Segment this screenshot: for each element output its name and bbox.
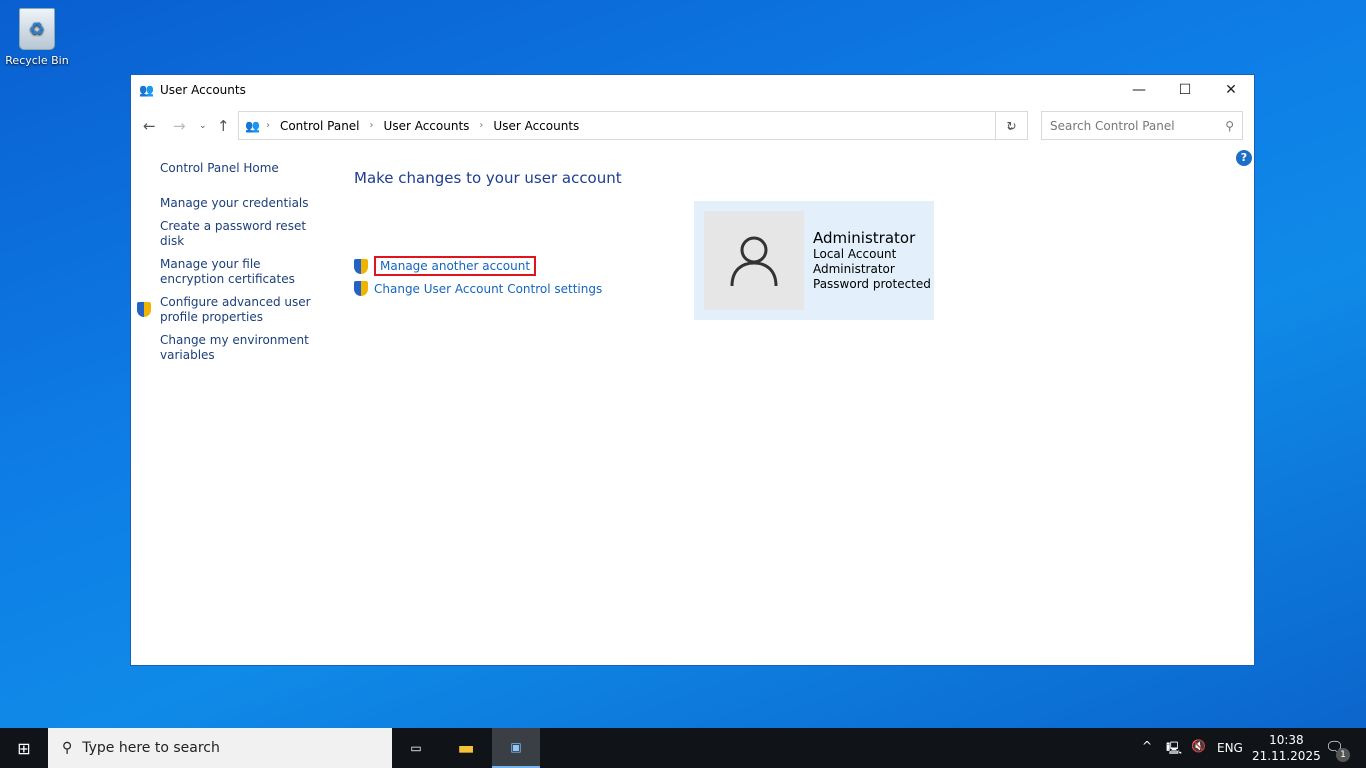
search-icon: ⚲ xyxy=(1225,118,1234,133)
task-manage-another-account[interactable]: Manage another account xyxy=(354,256,537,276)
recycle-bin-icon: ♻ xyxy=(19,8,55,50)
file-explorer-button[interactable]: ▬ xyxy=(442,728,490,768)
network-icon[interactable]: 🖳 xyxy=(1166,739,1182,760)
clock[interactable]: 10:38 21.11.2025 xyxy=(1252,732,1321,764)
folder-icon: ▬ xyxy=(457,737,475,759)
minimize-button[interactable]: — xyxy=(1116,75,1162,105)
search-icon: ⚲ xyxy=(62,740,73,756)
navigation-bar: ← → ⌄ ↑ 👥 › Control Panel › User Account… xyxy=(131,111,1254,141)
chevron-right-icon: › xyxy=(369,120,374,131)
account-status: Password protected xyxy=(813,277,931,291)
windows-logo-icon: ⊞ xyxy=(17,738,31,758)
breadcrumb-control-panel[interactable]: Control Panel xyxy=(280,119,360,133)
title-bar: 👥 User Accounts xyxy=(131,75,1254,105)
search-placeholder: Search Control Panel xyxy=(1050,118,1175,133)
address-bar[interactable]: 👥 › Control Panel › User Accounts › User… xyxy=(238,111,1028,140)
sidebar-item-advanced-profile[interactable]: Configure advanced user profile properti… xyxy=(160,295,320,325)
maximize-button[interactable]: ☐ xyxy=(1162,75,1208,105)
task-uac-settings[interactable]: Change User Account Control settings xyxy=(354,281,602,296)
recent-chevron-down-icon[interactable]: ⌄ xyxy=(199,121,207,131)
account-role: Administrator xyxy=(813,262,895,276)
notification-count-badge: 1 xyxy=(1336,748,1350,762)
up-arrow-icon[interactable]: ↑ xyxy=(217,117,230,135)
user-accounts-icon: 👥 xyxy=(139,83,154,97)
user-accounts-window: 👥 User Accounts — ☐ ✕ ← → ⌄ ↑ 👥 › Contro… xyxy=(130,74,1255,666)
taskbar-search-placeholder: Type here to search xyxy=(82,740,220,756)
account-name: Administrator xyxy=(813,229,916,247)
uac-shield-icon xyxy=(137,302,151,317)
task-view-button[interactable]: ▭ xyxy=(392,728,440,768)
forward-arrow-icon[interactable]: → xyxy=(173,117,186,135)
sidebar-item-manage-credentials[interactable]: Manage your credentials xyxy=(160,196,320,211)
taskbar-search[interactable]: ⚲ Type here to search xyxy=(48,728,392,768)
show-hidden-icons-chevron-icon[interactable]: ^ xyxy=(1142,739,1152,753)
search-input[interactable]: Search Control Panel ⚲ xyxy=(1041,111,1243,140)
control-panel-taskbar-button[interactable]: ▣ xyxy=(492,728,540,768)
account-type: Local Account xyxy=(813,247,897,261)
breadcrumb-user-accounts[interactable]: User Accounts xyxy=(384,119,470,133)
breadcrumb-user-accounts-current[interactable]: User Accounts xyxy=(493,119,579,133)
chevron-right-icon: › xyxy=(265,120,270,131)
help-icon[interactable]: ? xyxy=(1236,150,1252,166)
sidebar-item-file-encryption[interactable]: Manage your file encryption certificates xyxy=(160,257,320,287)
account-card: Administrator Local Account Administrato… xyxy=(694,201,934,320)
volume-muted-icon[interactable]: 🔇 xyxy=(1191,739,1206,753)
taskbar: ⊞ ⚲ Type here to search ▭ ▬ ▣ ^ 🖳 🔇 ENG … xyxy=(0,728,1366,768)
sidebar-item-environment-variables[interactable]: Change my environment variables xyxy=(160,333,320,363)
clock-time: 10:38 xyxy=(1269,733,1304,747)
task-view-icon: ▭ xyxy=(410,741,422,755)
uac-shield-icon xyxy=(354,281,368,296)
sidebar-item-control-panel-home[interactable]: Control Panel Home xyxy=(160,161,320,176)
uac-shield-icon xyxy=(354,258,368,274)
sidebar: Control Panel Home Manage your credentia… xyxy=(137,161,320,371)
clock-date: 21.11.2025 xyxy=(1252,749,1321,763)
manage-another-account-link[interactable]: Manage another account xyxy=(374,256,537,276)
uac-settings-link[interactable]: Change User Account Control settings xyxy=(374,282,602,296)
window-title: User Accounts xyxy=(159,83,246,97)
page-title: Make changes to your user account xyxy=(354,169,622,187)
back-arrow-icon[interactable]: ← xyxy=(143,117,156,135)
control-panel-icon: ▣ xyxy=(510,740,522,754)
language-indicator[interactable]: ENG xyxy=(1217,741,1243,755)
chevron-right-icon: › xyxy=(479,120,484,131)
control-panel-icon: 👥 xyxy=(245,118,260,133)
start-button[interactable]: ⊞ xyxy=(0,728,48,768)
sidebar-item-password-reset-disk[interactable]: Create a password reset disk xyxy=(160,219,320,249)
recycle-bin[interactable]: ♻ Recycle Bin xyxy=(4,6,70,67)
refresh-button[interactable]: ↻ xyxy=(995,111,1028,140)
close-button[interactable]: ✕ xyxy=(1208,75,1254,105)
user-avatar-icon xyxy=(704,211,804,310)
refresh-icon: ↻ xyxy=(1006,118,1017,133)
recycle-bin-label: Recycle Bin xyxy=(5,54,69,67)
